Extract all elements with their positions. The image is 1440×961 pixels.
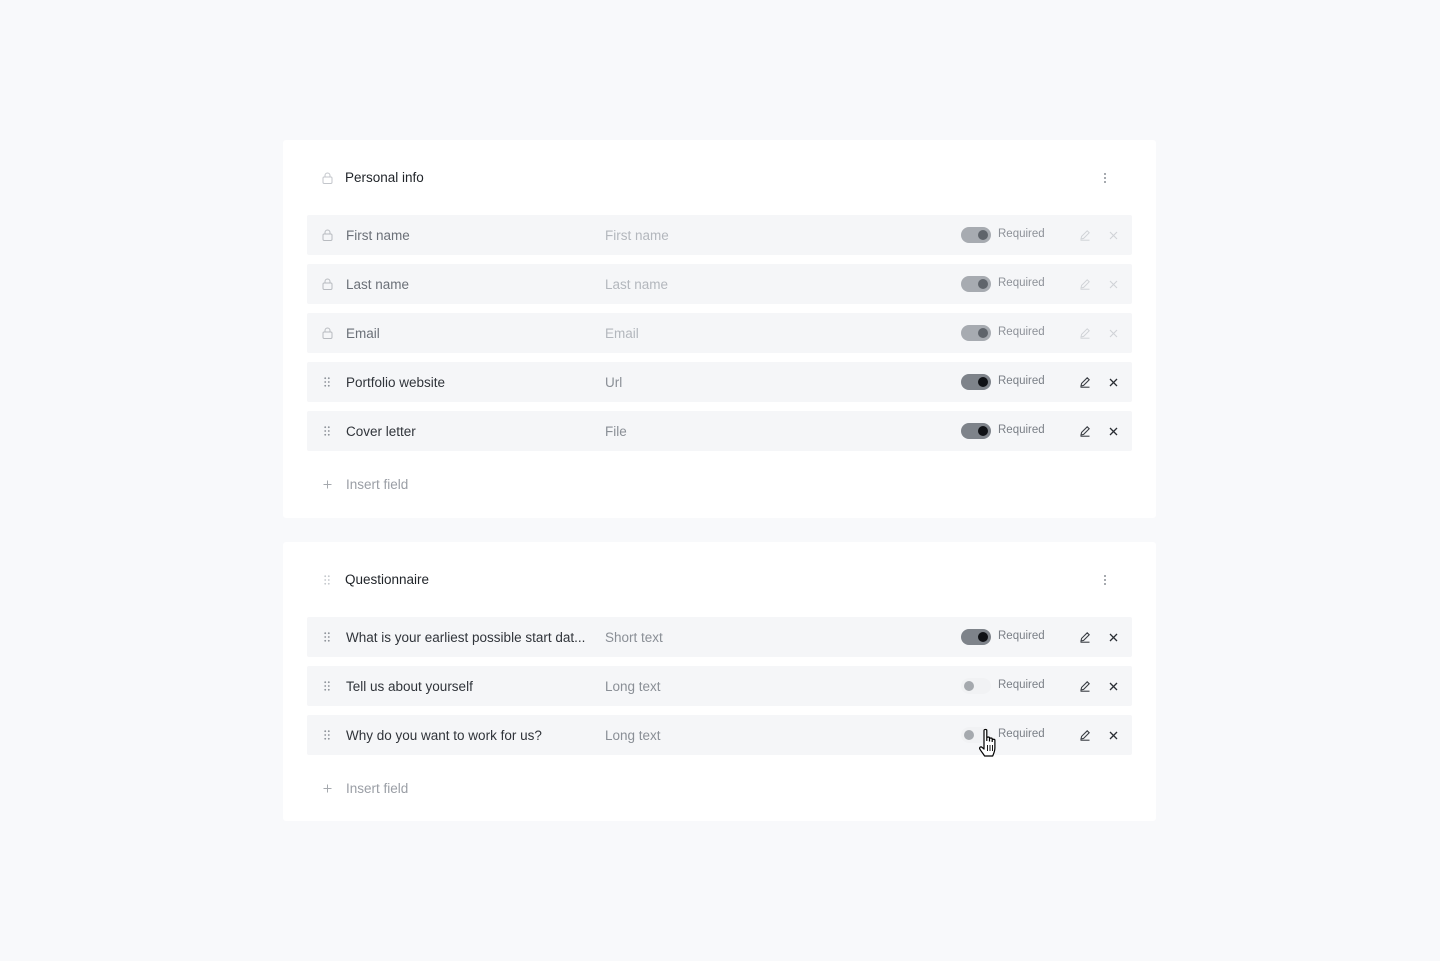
pencil-icon[interactable] <box>1078 277 1092 291</box>
toggle-knob <box>978 279 988 289</box>
toggle-knob <box>978 632 988 642</box>
drag-handle-icon[interactable] <box>320 574 334 585</box>
required-toggle[interactable] <box>961 325 991 341</box>
lock-icon <box>320 172 334 184</box>
required-label: Required <box>998 326 1045 338</box>
plus-icon <box>320 480 334 489</box>
toggle-knob <box>978 230 988 240</box>
insert-field-button[interactable]: Insert field <box>307 755 1132 822</box>
drag-handle-icon[interactable] <box>320 426 334 436</box>
required-label: Required <box>998 424 1045 436</box>
field-type: First name <box>605 227 669 243</box>
drag-handle-icon[interactable] <box>320 632 334 642</box>
required-toggle[interactable] <box>961 374 991 390</box>
field-type: Url <box>605 374 623 390</box>
toggle-knob <box>978 377 988 387</box>
close-icon[interactable] <box>1106 630 1120 644</box>
required-label: Required <box>998 728 1045 740</box>
pencil-icon[interactable] <box>1078 375 1092 389</box>
field-list: First name First name Required Last name… <box>307 215 1132 451</box>
field-label: Email <box>346 325 380 341</box>
field-row[interactable]: What is your earliest possible start dat… <box>307 617 1132 657</box>
field-type: Last name <box>605 276 669 292</box>
field-label: What is your earliest possible start dat… <box>346 629 586 645</box>
close-icon[interactable] <box>1106 326 1120 340</box>
pencil-icon[interactable] <box>1078 728 1092 742</box>
section-header: Questionnaire <box>307 542 1132 617</box>
drag-handle-icon[interactable] <box>320 681 334 691</box>
insert-field-label: Insert field <box>346 477 409 492</box>
toggle-knob <box>964 730 974 740</box>
field-row: First name First name Required <box>307 215 1132 255</box>
pencil-icon[interactable] <box>1078 679 1092 693</box>
close-icon[interactable] <box>1106 277 1120 291</box>
field-label: Portfolio website <box>346 374 446 390</box>
section-title: Personal info <box>345 170 424 185</box>
field-row: Email Email Required <box>307 313 1132 353</box>
toggle-knob <box>978 328 988 338</box>
field-type: Email <box>605 325 639 341</box>
close-icon[interactable] <box>1106 728 1120 742</box>
drag-handle-icon[interactable] <box>320 730 334 740</box>
field-row[interactable]: Cover letter File Required <box>307 411 1132 451</box>
required-label: Required <box>998 630 1045 642</box>
more-vertical-icon[interactable] <box>1100 170 1110 186</box>
field-label: Last name <box>346 276 410 292</box>
field-label: Why do you want to work for us? <box>346 727 542 743</box>
pencil-icon[interactable] <box>1078 424 1092 438</box>
field-row[interactable]: Portfolio website Url Required <box>307 362 1132 402</box>
field-type: File <box>605 423 627 439</box>
section-card-personal-info: Personal info First name First name Requ… <box>283 140 1156 518</box>
lock-icon <box>320 278 334 290</box>
lock-icon <box>320 229 334 241</box>
field-row[interactable]: Why do you want to work for us? Long tex… <box>307 715 1132 755</box>
required-toggle[interactable] <box>961 276 991 292</box>
field-type: Long text <box>605 727 661 743</box>
section-title: Questionnaire <box>345 572 430 587</box>
insert-field-button[interactable]: Insert field <box>307 451 1132 518</box>
required-label: Required <box>998 228 1045 240</box>
pencil-icon[interactable] <box>1078 228 1092 242</box>
required-label: Required <box>998 375 1045 387</box>
section-card-questionnaire: Questionnaire What is your earliest poss… <box>283 542 1156 821</box>
close-icon[interactable] <box>1106 228 1120 242</box>
insert-field-label: Insert field <box>346 781 409 796</box>
field-row: Last name Last name Required <box>307 264 1132 304</box>
field-label: First name <box>346 227 410 243</box>
section-header: Personal info <box>307 140 1132 215</box>
required-toggle[interactable] <box>961 727 991 743</box>
close-icon[interactable] <box>1106 424 1120 438</box>
required-toggle[interactable] <box>961 629 991 645</box>
field-label: Cover letter <box>346 423 416 439</box>
required-label: Required <box>998 679 1045 691</box>
more-vertical-icon[interactable] <box>1100 572 1110 588</box>
field-list: What is your earliest possible start dat… <box>307 617 1132 755</box>
pencil-icon[interactable] <box>1078 630 1092 644</box>
toggle-knob <box>964 681 974 691</box>
required-toggle[interactable] <box>961 423 991 439</box>
field-label: Tell us about yourself <box>346 678 473 694</box>
close-icon[interactable] <box>1106 375 1120 389</box>
drag-handle-icon[interactable] <box>320 377 334 387</box>
close-icon[interactable] <box>1106 679 1120 693</box>
required-toggle[interactable] <box>961 678 991 694</box>
toggle-knob <box>978 426 988 436</box>
lock-icon <box>320 327 334 339</box>
required-label: Required <box>998 277 1045 289</box>
field-type: Long text <box>605 678 661 694</box>
pencil-icon[interactable] <box>1078 326 1092 340</box>
required-toggle[interactable] <box>961 227 991 243</box>
field-type: Short text <box>605 629 663 645</box>
field-row[interactable]: Tell us about yourself Long text Require… <box>307 666 1132 706</box>
plus-icon <box>320 784 334 793</box>
